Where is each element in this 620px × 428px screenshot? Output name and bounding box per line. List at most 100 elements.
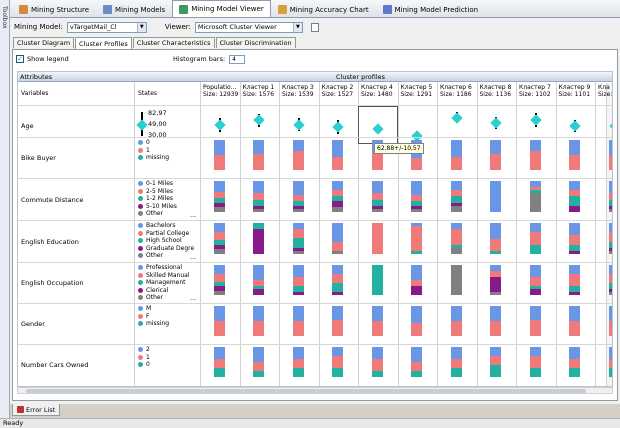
histogram-bar[interactable] (292, 306, 304, 336)
histogram-bar[interactable] (569, 140, 581, 170)
histogram-bar[interactable] (253, 181, 265, 212)
cluster-column-header[interactable]: Кластер 7 Size: 1102 (519, 84, 551, 98)
subtab-cluster-diagram[interactable]: Cluster Diagram (13, 37, 75, 48)
histogram-bar[interactable] (292, 223, 304, 254)
histogram-bar[interactable] (569, 306, 581, 336)
histogram-bar[interactable] (332, 347, 344, 377)
histogram-bar[interactable] (529, 306, 541, 336)
histogram-bar[interactable] (608, 265, 612, 295)
age-mean-marker[interactable] (293, 118, 305, 131)
age-mean-marker[interactable] (451, 111, 463, 124)
histogram-bar[interactable] (450, 223, 462, 254)
histogram-bar[interactable] (213, 347, 225, 377)
histogram-bar[interactable] (490, 223, 502, 254)
histogram-bar[interactable] (371, 181, 383, 212)
histogram-bar[interactable] (292, 265, 304, 295)
mining-model-select[interactable]: vTargetMail_Cl ▼ (66, 21, 147, 33)
histogram-bar[interactable] (450, 181, 462, 212)
histogram-bar[interactable] (411, 306, 423, 336)
viewer-select[interactable]: Microsoft Cluster Viewer ▼ (194, 21, 303, 33)
histogram-bar[interactable] (608, 347, 612, 377)
cluster-column-header[interactable]: Populatio... Size: 12939 (203, 84, 238, 98)
histogram-bar[interactable] (450, 306, 462, 336)
histogram-bar[interactable] (332, 306, 344, 336)
histogram-bar[interactable] (569, 265, 581, 295)
histogram-bar[interactable] (332, 181, 344, 212)
histogram-bar[interactable] (213, 265, 225, 295)
histogram-bar[interactable] (411, 181, 423, 212)
histogram-bar[interactable] (253, 140, 265, 170)
histogram-bar[interactable] (529, 223, 541, 254)
error-list-tab[interactable]: Error List (12, 404, 61, 416)
tab-mining-model-viewer[interactable]: Mining Model Viewer (172, 0, 271, 17)
toolbox-strip[interactable]: Toolbox (0, 0, 10, 418)
histogram-bar[interactable] (529, 265, 541, 295)
histogram-bar[interactable] (569, 223, 581, 254)
scroll-thumb[interactable] (26, 389, 586, 393)
histogram-bar[interactable] (292, 140, 304, 170)
tab-mining-models[interactable]: Mining Models (96, 1, 172, 17)
tab-mining-accuracy-chart[interactable]: Mining Accuracy Chart (271, 1, 376, 17)
histogram-bar[interactable] (253, 265, 265, 295)
histogram-bar[interactable] (253, 347, 265, 377)
histogram-bar[interactable] (371, 223, 383, 254)
histogram-bar[interactable] (529, 140, 541, 170)
histogram-bars-spinner[interactable]: 4 (229, 54, 246, 64)
cluster-column-header[interactable]: Кластер 1 Size: 1576 (243, 84, 275, 98)
histogram-bar[interactable] (371, 306, 383, 336)
histogram-bar[interactable] (411, 265, 423, 295)
subtab-cluster-discrimination[interactable]: Cluster Discrimination (215, 37, 296, 48)
cluster-column-header[interactable]: Кла Size: (598, 84, 612, 98)
histogram-bar[interactable] (569, 181, 581, 212)
histogram-bar[interactable] (253, 306, 265, 336)
subtab-cluster-profiles[interactable]: Cluster Profiles (75, 37, 132, 49)
histogram-bar[interactable] (490, 181, 502, 212)
subtab-cluster-characteristics[interactable]: Cluster Characteristics (132, 37, 215, 48)
age-mean-marker[interactable] (569, 120, 581, 132)
histogram-bar[interactable] (450, 347, 462, 377)
histogram-bar[interactable] (490, 140, 502, 170)
age-mean-marker[interactable] (214, 118, 226, 131)
age-mean-marker[interactable] (490, 117, 502, 129)
cluster-column-header[interactable]: Кластер 8 Size: 1136 (480, 84, 512, 98)
histogram-bar[interactable] (332, 265, 344, 295)
histogram-bar[interactable] (450, 140, 462, 170)
cluster-column-header[interactable]: Кластер 9 Size: 1101 (559, 84, 591, 98)
cluster-column-header[interactable]: Кластер 5 Size: 1291 (401, 84, 433, 98)
cluster-column-header[interactable]: Кластер 2 Size: 1527 (322, 84, 354, 98)
histogram-bar[interactable] (253, 223, 265, 254)
tab-mining-model-prediction[interactable]: Mining Model Prediction (376, 1, 486, 17)
histogram-bar[interactable] (529, 347, 541, 377)
cluster-column-header[interactable]: Кластер 4 Size: 1480 (361, 84, 393, 98)
cluster-column-header[interactable]: Кластер 6 Size: 1186 (440, 84, 472, 98)
age-mean-marker[interactable] (253, 114, 265, 127)
histogram-bar[interactable] (490, 347, 502, 377)
toolbox-label[interactable]: Toolbox (1, 6, 8, 29)
histogram-bar[interactable] (213, 140, 225, 170)
histogram-bar[interactable] (490, 265, 502, 295)
show-legend-checkbox[interactable]: ✓ (16, 55, 24, 63)
histogram-bar[interactable] (608, 223, 612, 254)
histogram-bar[interactable] (332, 223, 344, 254)
cluster-column-header[interactable]: Кластер 3 Size: 1539 (282, 84, 314, 98)
histogram-bar[interactable] (371, 265, 383, 295)
cluster-profiles-grid[interactable]: Attributes Cluster profiles Variables Sta… (17, 71, 613, 387)
histogram-bar[interactable] (213, 223, 225, 254)
horizontal-scrollbar[interactable] (17, 387, 613, 394)
histogram-bar[interactable] (490, 306, 502, 336)
histogram-bar[interactable] (450, 265, 462, 295)
histogram-bar[interactable] (569, 347, 581, 377)
age-mean-marker[interactable] (332, 121, 344, 134)
histogram-bar[interactable] (292, 347, 304, 377)
age-mean-marker[interactable] (530, 114, 542, 127)
histogram-bar[interactable] (411, 223, 423, 254)
histogram-bar[interactable] (292, 181, 304, 212)
histogram-bar[interactable] (213, 181, 225, 212)
tab-mining-structure[interactable]: Mining Structure (12, 1, 96, 17)
histogram-bar[interactable] (608, 181, 612, 212)
histogram-bar[interactable] (608, 140, 612, 170)
histogram-bar[interactable] (411, 347, 423, 377)
copy-icon[interactable] (310, 22, 319, 32)
histogram-bar[interactable] (213, 306, 225, 336)
histogram-bar[interactable] (529, 181, 541, 212)
